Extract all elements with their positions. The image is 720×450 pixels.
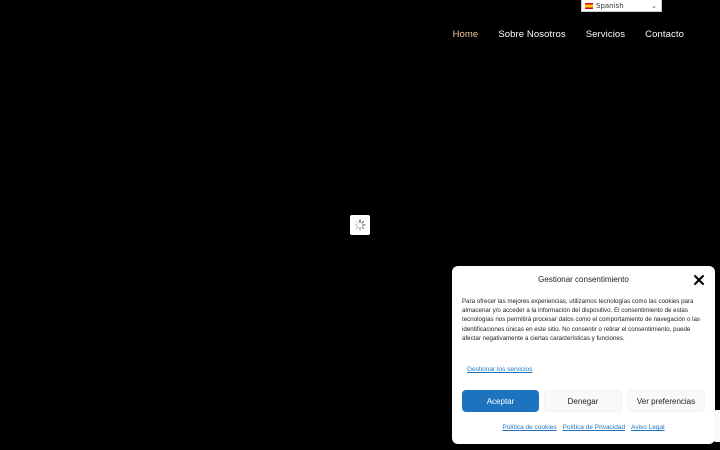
cookie-consent-panel: Gestionar consentimiento Para ofrecer la…: [452, 266, 715, 444]
language-selected: Spanish: [596, 1, 624, 10]
nav-item-contacto[interactable]: Contacto: [645, 29, 684, 40]
main-nav: Home Sobre Nosotros Servicios Contacto: [453, 29, 684, 40]
legal-notice-link[interactable]: Aviso Legal: [631, 424, 665, 431]
language-selector[interactable]: Spanish ⌄: [581, 0, 662, 12]
nav-item-sobre-nosotros[interactable]: Sobre Nosotros: [498, 29, 565, 40]
deny-button[interactable]: Denegar: [544, 390, 622, 412]
nav-item-home[interactable]: Home: [453, 29, 479, 40]
spain-flag-icon: [585, 2, 593, 9]
manage-services-link[interactable]: Gestionar los servicios: [467, 366, 532, 373]
accept-button[interactable]: Aceptar: [462, 390, 539, 412]
consent-footer-links: Política de cookies Política de Privacid…: [452, 424, 715, 431]
nav-item-servicios[interactable]: Servicios: [586, 29, 625, 40]
spinner-icon: [354, 219, 366, 231]
consent-title: Gestionar consentimiento: [538, 275, 629, 284]
recaptcha-badge[interactable]: [714, 410, 720, 442]
close-icon[interactable]: [693, 274, 705, 286]
privacy-policy-link[interactable]: Política de Privacidad: [563, 424, 626, 431]
loading-spinner: [350, 215, 370, 235]
cookie-policy-link[interactable]: Política de cookies: [502, 424, 556, 431]
view-preferences-button[interactable]: Ver preferencias: [627, 390, 705, 412]
consent-body-text: Para ofrecer las mejores experiencias, u…: [462, 298, 701, 342]
chevron-down-icon: ⌄: [651, 1, 657, 10]
